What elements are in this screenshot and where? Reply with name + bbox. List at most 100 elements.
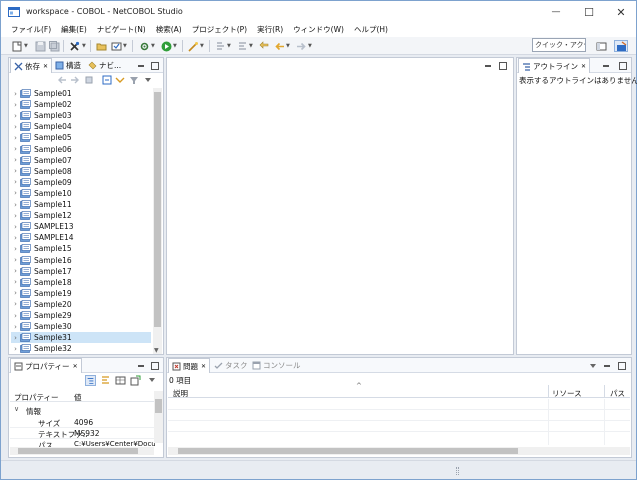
tab-navigator[interactable]: ナビ...: [88, 58, 121, 73]
tree-item[interactable]: › Sample04: [11, 121, 151, 132]
tree-item[interactable]: › Sample11: [11, 199, 151, 210]
tree-item[interactable]: › Sample31: [11, 332, 151, 344]
close-icon[interactable]: ✕: [73, 359, 78, 374]
explorer-scrollbar[interactable]: ▼: [153, 88, 162, 354]
column-description[interactable]: 説明: [173, 388, 188, 399]
tree-item[interactable]: › Sample07: [11, 155, 151, 166]
chevron-right-icon[interactable]: ›: [11, 189, 20, 197]
scrollbar-thumb[interactable]: [155, 399, 162, 413]
tree-item[interactable]: › Sample09: [11, 177, 151, 188]
chevron-right-icon[interactable]: ›: [11, 256, 20, 264]
chevron-right-icon[interactable]: ›: [11, 345, 20, 353]
chevron-right-icon[interactable]: ›: [11, 201, 20, 209]
maximize-pane-button[interactable]: [617, 361, 626, 370]
chevron-down-icon[interactable]: ▼: [308, 44, 313, 49]
chevron-down-icon[interactable]: ▼: [249, 44, 254, 49]
chevron-right-icon[interactable]: ›: [11, 234, 20, 242]
tab-properties[interactable]: プロパティー ✕: [10, 358, 82, 373]
chevron-right-icon[interactable]: ›: [11, 289, 20, 297]
save-all-button[interactable]: [48, 40, 60, 52]
chevron-right-icon[interactable]: ›: [11, 334, 20, 342]
maximize-pane-button[interactable]: [150, 61, 159, 70]
close-icon[interactable]: ✕: [581, 59, 586, 74]
menu-edit[interactable]: 編集(E): [61, 23, 87, 37]
chevron-right-icon[interactable]: ›: [11, 300, 20, 308]
tree-item[interactable]: › Sample20: [11, 299, 151, 310]
tree-item[interactable]: › Sample08: [11, 166, 151, 177]
tree-item[interactable]: › Sample16: [11, 255, 151, 266]
column-resource[interactable]: リソース: [552, 388, 582, 399]
quick-access-input[interactable]: クイック・アクセス: [532, 38, 586, 52]
chevron-right-icon[interactable]: ›: [11, 278, 20, 286]
back-button[interactable]: [273, 40, 285, 52]
link-editor-icon[interactable]: [115, 75, 125, 85]
chevron-down-icon[interactable]: ▼: [200, 44, 205, 49]
tree-item[interactable]: › Sample19: [11, 288, 151, 299]
chevron-down-icon[interactable]: ▼: [173, 44, 178, 49]
collapse-all-icon[interactable]: [102, 75, 112, 85]
external-tools-button[interactable]: [187, 40, 199, 52]
prev-annotation-button[interactable]: [236, 40, 248, 52]
close-button[interactable]: ✕: [605, 1, 637, 23]
menu-file[interactable]: ファイル(F): [11, 23, 51, 37]
column-path[interactable]: パス: [610, 388, 625, 399]
view-menu-icon[interactable]: [589, 362, 597, 370]
last-edit-button[interactable]: [258, 40, 270, 52]
chevron-right-icon[interactable]: ›: [11, 178, 20, 186]
tree-item[interactable]: › Sample06: [11, 144, 151, 155]
restore-default-icon[interactable]: [130, 375, 141, 386]
minimize-pane-button[interactable]: [136, 61, 145, 70]
chevron-right-icon[interactable]: ›: [11, 223, 20, 231]
save-button[interactable]: [34, 40, 46, 52]
chevron-right-icon[interactable]: ›: [11, 245, 20, 253]
properties-hscrollbar[interactable]: [10, 447, 154, 455]
minimize-pane-button[interactable]: [602, 361, 611, 370]
chevron-right-icon[interactable]: ›: [11, 212, 20, 220]
column-divider[interactable]: [548, 385, 549, 398]
chevron-down-icon[interactable]: ∨: [14, 405, 19, 413]
tree-item[interactable]: › SAMPLE14: [11, 232, 151, 243]
tab-structure[interactable]: 構造: [55, 58, 81, 73]
menu-run[interactable]: 実行(R): [257, 23, 283, 37]
tab-console[interactable]: コンソール: [252, 358, 301, 373]
view-menu-icon[interactable]: [143, 75, 153, 85]
chevron-right-icon[interactable]: ›: [11, 312, 20, 320]
problems-hscrollbar[interactable]: [168, 447, 630, 455]
chevron-right-icon[interactable]: ›: [11, 156, 20, 164]
up-icon[interactable]: [84, 75, 94, 85]
close-icon[interactable]: ✕: [201, 359, 206, 374]
debug-button[interactable]: [138, 40, 150, 52]
chevron-down-icon[interactable]: ▼: [123, 44, 128, 49]
chevron-down-icon[interactable]: ▼: [286, 44, 291, 49]
chevron-right-icon[interactable]: ›: [11, 123, 20, 131]
tree-item[interactable]: › Sample10: [11, 188, 151, 199]
scrollbar-thumb[interactable]: [178, 448, 518, 454]
scrollbar-thumb[interactable]: [154, 92, 161, 327]
tree-item[interactable]: › Sample32: [11, 343, 151, 354]
properties-scrollbar[interactable]: [154, 391, 163, 443]
tree-item[interactable]: › Sample01: [11, 88, 151, 99]
chevron-right-icon[interactable]: ›: [11, 90, 20, 98]
column-value[interactable]: 値: [74, 392, 82, 403]
new-button[interactable]: [11, 40, 23, 52]
menu-window[interactable]: ウィンドウ(W): [293, 23, 344, 37]
tree-item[interactable]: › Sample17: [11, 266, 151, 277]
minimize-pane-button[interactable]: [601, 61, 610, 70]
tree-item[interactable]: › SAMPLE13: [11, 221, 151, 232]
build-button[interactable]: [110, 40, 122, 52]
column-divider[interactable]: [604, 385, 605, 398]
minimize-pane-button[interactable]: [136, 361, 145, 370]
tree-item[interactable]: › Sample30: [11, 321, 151, 332]
arrow-right-icon[interactable]: [70, 75, 80, 85]
editor-area[interactable]: [166, 57, 514, 355]
chevron-right-icon[interactable]: ›: [11, 267, 20, 275]
menu-help[interactable]: ヘルプ(H): [354, 23, 388, 37]
debug-config-button[interactable]: [68, 40, 80, 52]
chevron-right-icon[interactable]: ›: [11, 167, 20, 175]
chevron-right-icon[interactable]: ›: [11, 145, 20, 153]
open-perspective-button[interactable]: [595, 40, 607, 52]
arrow-left-icon[interactable]: [57, 75, 67, 85]
open-folder-button[interactable]: [95, 40, 107, 52]
maximize-pane-button[interactable]: [150, 361, 159, 370]
tree-item[interactable]: › Sample29: [11, 310, 151, 321]
